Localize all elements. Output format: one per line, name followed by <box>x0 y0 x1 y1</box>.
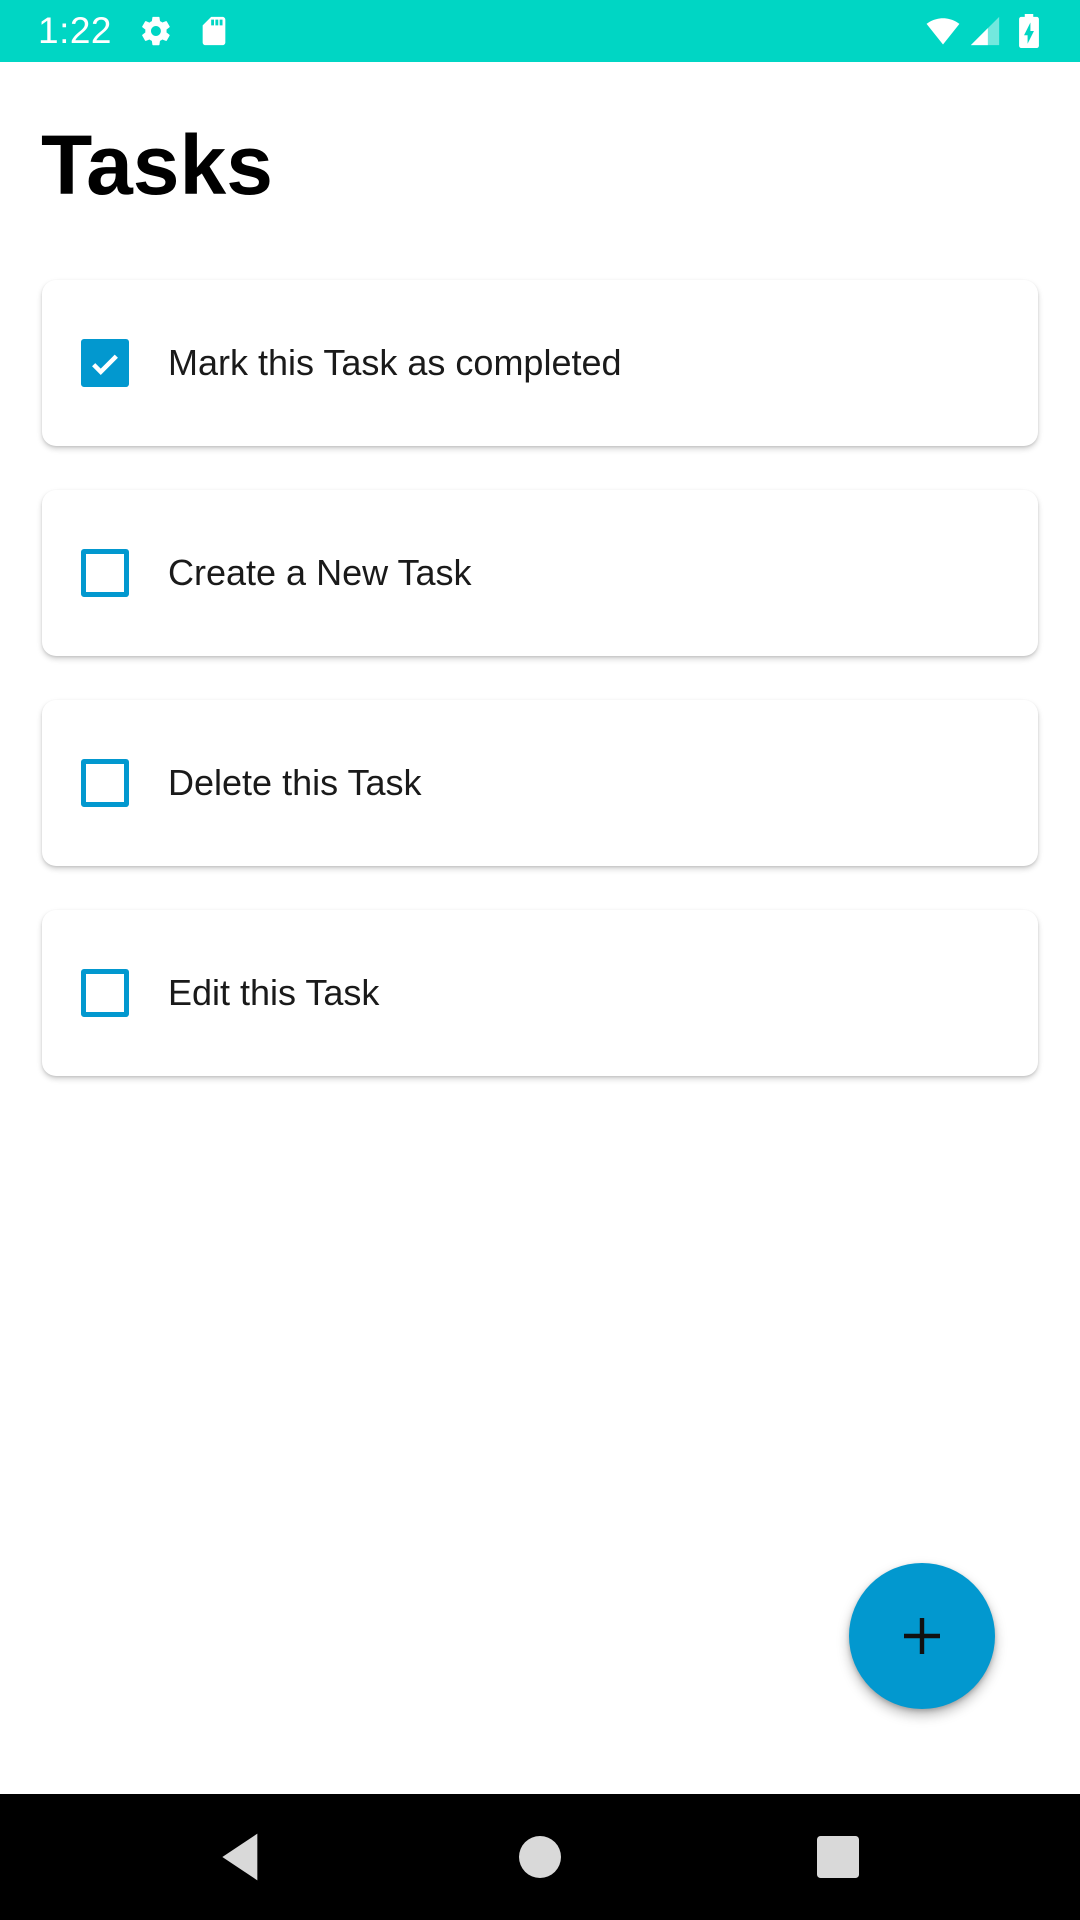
cellular-signal-icon <box>968 14 1002 48</box>
task-list: Mark this Task as completed Create a New… <box>42 280 1038 1120</box>
task-card-edit[interactable]: Edit this Task <box>42 910 1038 1076</box>
status-bar: 1:22 <box>0 0 1080 62</box>
battery-charging-icon <box>1016 14 1042 48</box>
task-label: Create a New Task <box>168 552 472 593</box>
status-time: 1:22 <box>38 10 113 51</box>
plus-icon <box>904 1618 940 1654</box>
checkmark-icon <box>92 354 118 375</box>
settings-icon <box>139 14 173 48</box>
navigation-bar <box>0 1794 1080 1920</box>
wifi-icon <box>922 14 964 48</box>
task-label: Delete this Task <box>168 762 422 803</box>
task-label: Edit this Task <box>168 972 380 1013</box>
task-checkbox[interactable] <box>81 969 129 1017</box>
home-icon[interactable] <box>512 1829 568 1885</box>
task-checkbox[interactable] <box>81 339 129 387</box>
task-card-delete[interactable]: Delete this Task <box>42 700 1038 866</box>
recents-icon[interactable] <box>810 1829 866 1885</box>
page-title: Tasks <box>41 118 273 212</box>
task-label: Mark this Task as completed <box>168 342 622 383</box>
task-checkbox[interactable] <box>81 549 129 597</box>
sd-card-icon <box>197 14 231 48</box>
task-checkbox[interactable] <box>81 759 129 807</box>
task-card-mark-completed[interactable]: Mark this Task as completed <box>42 280 1038 446</box>
add-task-button[interactable] <box>849 1563 995 1709</box>
task-card-create-new[interactable]: Create a New Task <box>42 490 1038 656</box>
back-icon[interactable] <box>213 1829 269 1885</box>
